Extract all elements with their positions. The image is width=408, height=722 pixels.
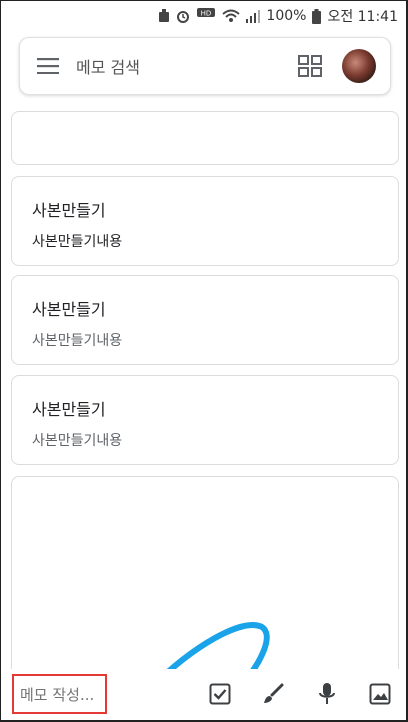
alarm-icon: [176, 9, 190, 23]
draw-button[interactable]: [260, 681, 286, 707]
checkbox-button[interactable]: [207, 681, 233, 707]
note-title: 사본만들기: [32, 300, 106, 319]
grid-view-icon: [298, 55, 322, 77]
status-bar: HD 100% 오전 11:41: [1, 1, 406, 31]
menu-icon: [37, 58, 59, 74]
usb-icon: [158, 9, 170, 23]
battery-percent: 100%: [266, 8, 307, 24]
battery-icon: [312, 8, 322, 24]
mic-icon: [319, 683, 335, 704]
voice-button[interactable]: [314, 681, 340, 707]
drawing-stroke: [149, 622, 270, 685]
compose-input[interactable]: 메모 작성...: [12, 674, 107, 714]
checkbox-icon: [209, 683, 231, 705]
wifi-icon: [222, 9, 241, 23]
grid-view-button[interactable]: [290, 46, 330, 86]
note-card[interactable]: 사본만들기 사본만들기내용: [11, 176, 399, 266]
svg-text:HD: HD: [201, 10, 212, 18]
avatar[interactable]: [342, 49, 376, 83]
brush-icon: [264, 683, 284, 703]
note-title: 사본만들기: [32, 400, 106, 419]
note-title: 사본만들기: [32, 201, 106, 220]
search-bar[interactable]: 메모 검색: [19, 37, 391, 95]
signal-icon: [246, 9, 261, 23]
clock: 오전 11:41: [327, 9, 398, 25]
image-icon: [369, 683, 391, 705]
note-card-empty[interactable]: [11, 111, 399, 165]
note-card[interactable]: 사본만들기 사본만들기내용: [11, 375, 399, 465]
note-body: 사본만들기내용: [32, 333, 123, 349]
app-frame: HD 100% 오전 11:41 메모 검색 사본만들기 사본만들기내용 사본만…: [0, 0, 408, 722]
drawing-note-card[interactable]: [11, 476, 399, 686]
menu-button[interactable]: [20, 37, 76, 95]
search-input[interactable]: 메모 검색: [76, 54, 290, 78]
image-button[interactable]: [367, 681, 393, 707]
note-body: 사본만들기내용: [32, 433, 123, 449]
hd-voice-icon: HD: [196, 8, 216, 24]
note-body: 사본만들기내용: [32, 234, 123, 250]
note-card[interactable]: 사본만들기 사본만들기내용: [11, 275, 399, 365]
